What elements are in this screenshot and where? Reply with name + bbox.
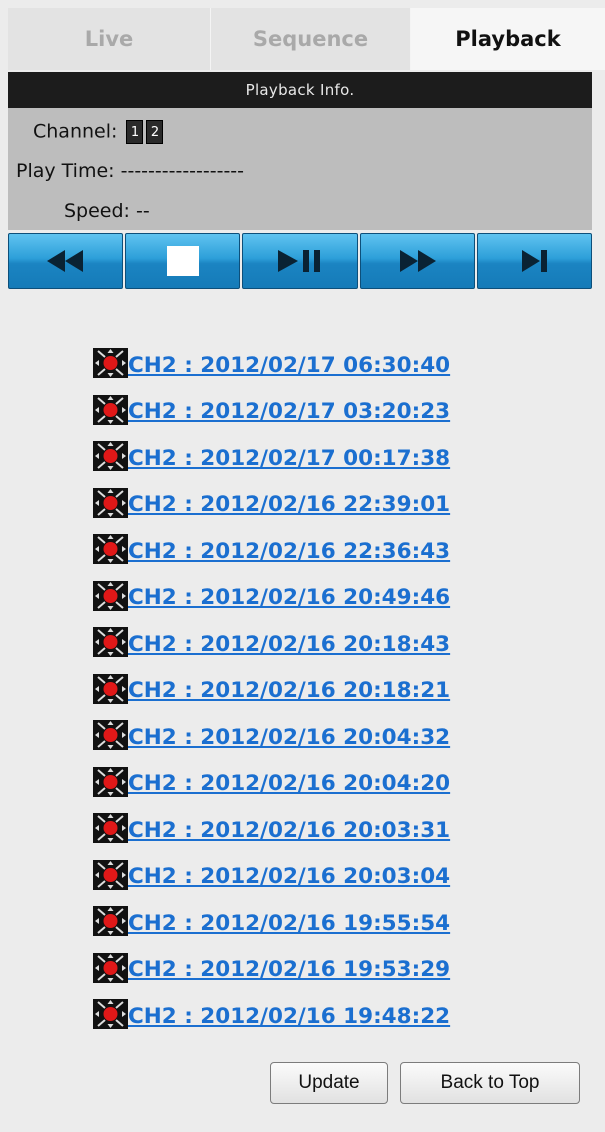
tab-sequence[interactable]: Sequence	[211, 8, 411, 70]
recording-list-item[interactable]: CH2 : 2012/02/16 22:36:43	[93, 526, 553, 573]
recording-list-item[interactable]: CH2 : 2012/02/16 20:04:32	[93, 712, 553, 759]
recording-link[interactable]: CH2 : 2012/02/16 22:39:01	[128, 492, 450, 517]
recording-list-item[interactable]: CH2 : 2012/02/17 00:17:38	[93, 433, 553, 480]
speed-row: Speed: --	[64, 200, 150, 222]
recording-list-item[interactable]: CH2 : 2012/02/16 20:03:31	[93, 805, 553, 852]
recording-list-item[interactable]: CH2 : 2012/02/17 06:30:40	[93, 340, 553, 387]
event-icon	[93, 394, 128, 425]
recording-link[interactable]: CH2 : 2012/02/16 19:55:54	[128, 911, 450, 936]
play-time-row: Play Time: ------------------	[16, 160, 244, 182]
event-icon	[93, 348, 128, 379]
recording-link[interactable]: CH2 : 2012/02/16 20:18:21	[128, 678, 450, 703]
recording-link[interactable]: CH2 : 2012/02/16 20:03:04	[128, 864, 450, 889]
playback-info-header: Playback Info.	[8, 72, 592, 108]
recording-list-item[interactable]: CH2 : 2012/02/16 20:18:43	[93, 619, 553, 666]
event-icon	[93, 673, 128, 704]
recording-list-item[interactable]: CH2 : 2012/02/16 19:48:22	[93, 991, 553, 1038]
event-icon	[93, 999, 128, 1030]
next-frame-button[interactable]	[476, 233, 593, 289]
recording-link[interactable]: CH2 : 2012/02/16 20:49:46	[128, 585, 450, 610]
recording-link[interactable]: CH2 : 2012/02/17 03:20:23	[128, 399, 450, 424]
event-icon	[93, 534, 128, 565]
rewind-icon	[46, 250, 83, 272]
recording-link[interactable]: CH2 : 2012/02/16 20:18:43	[128, 632, 450, 657]
recording-list-item[interactable]: CH2 : 2012/02/16 20:18:21	[93, 666, 553, 713]
stop-icon	[166, 246, 199, 276]
update-button[interactable]: Update	[270, 1062, 388, 1104]
playback-controls	[8, 233, 593, 289]
recording-list-item[interactable]: CH2 : 2012/02/16 19:55:54	[93, 898, 553, 945]
back-to-top-button[interactable]: Back to Top	[400, 1062, 580, 1104]
playback-info-panel: Channel: 12 Play Time: -----------------…	[8, 108, 592, 230]
event-icon	[93, 859, 128, 890]
play-time-value: ------------------	[120, 160, 245, 182]
stop-button[interactable]	[125, 233, 241, 289]
recording-list-item[interactable]: CH2 : 2012/02/16 22:39:01	[93, 480, 553, 527]
channel-row: Channel: 12	[33, 120, 164, 144]
recording-link[interactable]: CH2 : 2012/02/16 20:04:32	[128, 725, 450, 750]
event-icon	[93, 580, 128, 611]
play-time-label: Play Time:	[16, 160, 115, 182]
recording-link[interactable]: CH2 : 2012/02/17 00:17:38	[128, 446, 450, 471]
speed-value: --	[136, 200, 150, 222]
recording-link[interactable]: CH2 : 2012/02/16 19:48:22	[128, 1004, 450, 1029]
event-icon	[93, 952, 128, 983]
recording-list: CH2 : 2012/02/17 06:30:40 CH2 : 2012/02/1…	[93, 340, 553, 1038]
event-icon	[93, 720, 128, 751]
fast-forward-icon	[400, 250, 437, 272]
recording-link[interactable]: CH2 : 2012/02/17 06:30:40	[128, 353, 450, 378]
recording-list-item[interactable]: CH2 : 2012/02/16 20:49:46	[93, 573, 553, 620]
recording-link[interactable]: CH2 : 2012/02/16 20:04:20	[128, 771, 450, 796]
recording-link[interactable]: CH2 : 2012/02/16 22:36:43	[128, 539, 450, 564]
rewind-button[interactable]	[8, 233, 124, 289]
recording-list-item[interactable]: CH2 : 2012/02/16 20:04:20	[93, 759, 553, 806]
play-pause-icon	[278, 250, 320, 272]
recording-link[interactable]: CH2 : 2012/02/16 19:53:29	[128, 957, 450, 982]
recording-list-item[interactable]: CH2 : 2012/02/16 19:53:29	[93, 945, 553, 992]
event-icon	[93, 766, 128, 797]
tab-live[interactable]: Live	[8, 8, 211, 70]
recording-list-item[interactable]: CH2 : 2012/02/17 03:20:23	[93, 387, 553, 434]
recording-list-item[interactable]: CH2 : 2012/02/16 20:03:04	[93, 852, 553, 899]
next-frame-icon	[522, 250, 548, 272]
event-icon	[93, 627, 128, 658]
channel-2-button[interactable]: 2	[146, 120, 164, 144]
channel-1-button[interactable]: 1	[126, 120, 144, 144]
event-icon	[93, 906, 128, 937]
fast-forward-button[interactable]	[359, 233, 475, 289]
tab-playback[interactable]: Playback	[411, 8, 605, 70]
channel-label: Channel:	[33, 120, 118, 143]
event-icon	[93, 441, 128, 472]
tab-bar: Live Sequence Playback	[8, 8, 605, 70]
event-icon	[93, 813, 128, 844]
event-icon	[93, 487, 128, 518]
play-pause-button[interactable]	[242, 233, 358, 289]
recording-link[interactable]: CH2 : 2012/02/16 20:03:31	[128, 818, 450, 843]
speed-label: Speed:	[64, 200, 130, 222]
